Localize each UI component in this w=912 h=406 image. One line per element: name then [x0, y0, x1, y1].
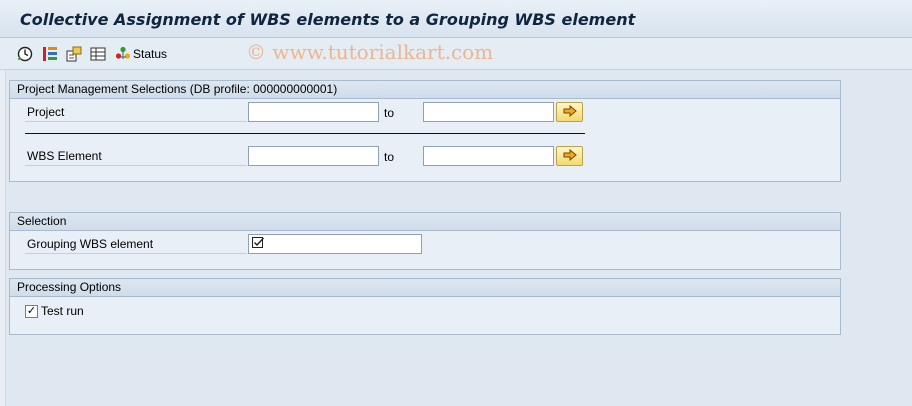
- execute-icon: [17, 46, 33, 62]
- grouping-wbs-element-input[interactable]: [248, 234, 422, 254]
- get-variant-icon: [66, 46, 82, 62]
- wbs-element-to-label: to: [384, 150, 395, 164]
- status-label: Status: [133, 47, 168, 61]
- execute-button[interactable]: [17, 45, 33, 63]
- wbs-element-multiple-selection-button[interactable]: [556, 146, 583, 166]
- status-icon: [115, 46, 131, 62]
- wbs-element-label: WBS Element: [25, 146, 247, 166]
- processing-options-header: Processing Options: [10, 279, 840, 297]
- status-button[interactable]: Status: [115, 45, 167, 63]
- section-divider: [25, 133, 585, 134]
- project-to-label: to: [384, 106, 395, 120]
- title-bar: Collective Assignment of WBS elements to…: [0, 0, 912, 38]
- wbs-element-to-input[interactable]: [423, 146, 554, 166]
- wbs-element-from-input[interactable]: [248, 146, 379, 166]
- selection-header: Selection: [10, 213, 840, 231]
- layout-button[interactable]: [90, 45, 106, 63]
- test-run-checkbox[interactable]: ✓: [25, 305, 38, 318]
- project-management-header: Project Management Selections (DB profil…: [10, 81, 840, 99]
- get-variant-button[interactable]: [66, 45, 82, 63]
- variant-icon: [42, 46, 58, 62]
- project-multiple-selection-button[interactable]: [556, 102, 583, 122]
- project-to-input[interactable]: [423, 102, 554, 122]
- left-margin: [0, 70, 6, 406]
- project-management-group: Project Management Selections (DB profil…: [9, 80, 841, 182]
- watermark: © www.tutorialkart.com: [246, 40, 494, 64]
- arrow-right-icon: [563, 148, 577, 164]
- processing-options-group: Processing Options ✓ Test run: [9, 278, 841, 335]
- layout-icon: [90, 46, 106, 62]
- test-run-label: Test run: [41, 304, 84, 318]
- arrow-right-icon: [563, 104, 577, 120]
- project-from-input[interactable]: [248, 102, 379, 122]
- required-entry-icon: [252, 237, 265, 252]
- project-label: Project: [25, 102, 247, 122]
- selection-group: Selection Grouping WBS element: [9, 212, 841, 270]
- grouping-wbs-element-label: Grouping WBS element: [25, 234, 247, 254]
- variant-button[interactable]: [42, 45, 58, 63]
- page-title: Collective Assignment of WBS elements to…: [20, 10, 636, 29]
